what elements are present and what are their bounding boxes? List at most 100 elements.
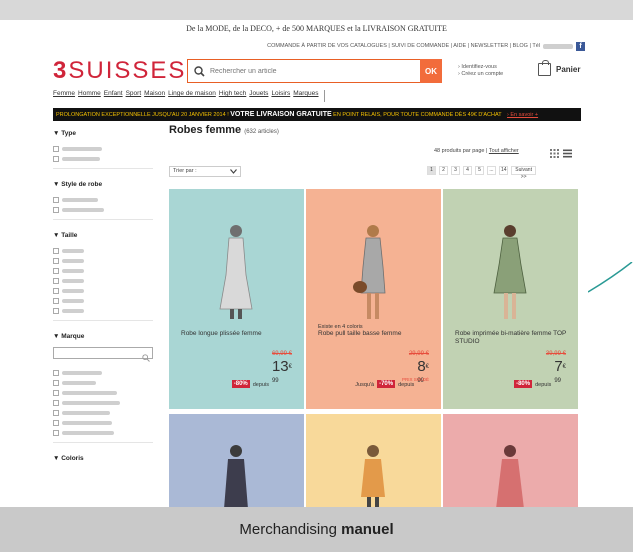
filter-option[interactable] [53, 195, 153, 205]
sort-dropdown[interactable]: Trier par : [169, 166, 241, 177]
filter-option[interactable] [53, 306, 153, 316]
cart-button[interactable]: Panier [538, 60, 581, 76]
product-card[interactable] [169, 414, 304, 514]
account-links: › Identifiez-vous › Créez un compte [458, 64, 503, 78]
page-5[interactable]: 5 [475, 166, 484, 175]
product-name[interactable]: Robe pull taille basse femme [318, 330, 433, 338]
filter-option[interactable] [53, 256, 153, 266]
old-price: 39,99 € [545, 351, 566, 357]
show-all-link[interactable]: Tout afficher [489, 148, 519, 154]
discount-badge: -80% [514, 380, 533, 388]
utility-links[interactable]: COMMANDE À PARTIR DE VOS CATALOGUES | SU… [267, 40, 540, 52]
filter-option[interactable] [53, 296, 153, 306]
filter-option[interactable] [53, 154, 153, 164]
filter-option[interactable] [53, 368, 153, 378]
price-row: -80% depuis 13€ 99 [231, 358, 292, 388]
list-view-icon[interactable] [563, 145, 572, 163]
article-count: (632 articles) [244, 129, 279, 135]
product-photo[interactable] [183, 439, 289, 509]
page-14[interactable]: 14 [499, 166, 508, 175]
product-card[interactable]: Robe imprimée bi-matière femme TOP STUDI… [443, 189, 578, 409]
grid-view-icon[interactable] [550, 145, 559, 163]
search-bar: OK [187, 59, 442, 83]
pagination: 1 2 3 4 5 ... 14 Suivant >> [427, 166, 537, 180]
product-name[interactable]: Robe imprimée bi-matière femme TOP STUDI… [455, 330, 570, 346]
nav-femme[interactable]: Femme [53, 90, 75, 102]
main-nav: Femme Homme Enfant Sport Maison Linge de… [53, 90, 325, 102]
filter-option[interactable] [53, 286, 153, 296]
filter-title-size[interactable]: ▼ Taille [53, 232, 153, 239]
nav-maison[interactable]: Maison [144, 90, 165, 102]
filter-option[interactable] [53, 276, 153, 286]
filter-option[interactable] [53, 378, 153, 388]
product-card[interactable] [306, 414, 441, 514]
brand-search-input[interactable] [53, 347, 153, 362]
nav-loisirs[interactable]: Loisirs [271, 90, 290, 102]
filter-option[interactable] [53, 246, 153, 256]
page-4[interactable]: 4 [463, 166, 472, 175]
old-price: 69,99 € [271, 351, 292, 357]
phone-number-blurred [543, 43, 573, 49]
nav-sport[interactable]: Sport [126, 90, 142, 102]
nav-jouets[interactable]: Jouets [249, 90, 268, 102]
login-link[interactable]: › Identifiez-vous [458, 64, 503, 71]
price-row: Jusqu'à -70% depuis 8€ 99 [355, 358, 429, 388]
search-icon [188, 60, 210, 82]
filter-title-color[interactable]: ▼ Coloris [53, 455, 153, 462]
search-input[interactable] [210, 67, 420, 75]
current-price: 13€ 99 [271, 358, 292, 384]
page-1[interactable]: 1 [427, 166, 436, 175]
product-photo[interactable] [457, 439, 563, 509]
filter-title-type[interactable]: ▼ Type [53, 130, 153, 137]
filter-sidebar: ▼ Type ▼ Style de robe ▼ Taille ▼ Marque… [53, 130, 153, 469]
page-ellipsis: ... [487, 166, 496, 175]
page-title: Robes femme (632 articles) [169, 124, 279, 136]
banner-more-link[interactable]: › En savoir + [507, 112, 538, 118]
old-price: 29,99 € [408, 351, 429, 357]
filter-title-style[interactable]: ▼ Style de robe [53, 181, 153, 188]
next-page-button[interactable]: Suivant >> [511, 166, 537, 180]
filter-option[interactable] [53, 144, 153, 154]
view-toggle [550, 145, 572, 163]
product-photo[interactable] [320, 439, 426, 509]
filter-title-brand[interactable]: ▼ Marque [53, 333, 153, 340]
filter-option[interactable] [53, 266, 153, 276]
product-card[interactable]: Robe longue plissée femme 69,99 € -80% d… [169, 189, 304, 409]
filter-option[interactable] [53, 418, 153, 428]
product-card[interactable] [443, 414, 578, 514]
nav-divider [323, 90, 325, 102]
promo-banner: PROLONGATION EXCEPTIONNELLE JUSQU'AU 20 … [53, 108, 581, 121]
nav-homme[interactable]: Homme [78, 90, 101, 102]
filter-option[interactable] [53, 398, 153, 408]
nav-linge[interactable]: Linge de maison [168, 90, 216, 102]
search-icon [142, 349, 150, 367]
discount-badge: -70% [377, 380, 396, 388]
utility-bar: COMMANDE À PARTIR DE VOS CATALOGUES | SU… [267, 40, 585, 52]
current-price: 8€ 99 [417, 358, 429, 384]
filter-option[interactable] [53, 428, 153, 438]
decorative-curve [588, 262, 633, 293]
filter-option[interactable] [53, 408, 153, 418]
promo-top-text: De la MODE, de la DECO, + de 500 MARQUES… [186, 24, 447, 33]
page-3[interactable]: 3 [451, 166, 460, 175]
browser-top-bar [0, 0, 633, 20]
product-photo[interactable] [183, 217, 289, 321]
product-name[interactable]: Robe longue plissée femme [181, 330, 296, 338]
product-card[interactable]: Existe en 4 coloris Robe pull taille bas… [306, 189, 441, 409]
facebook-icon[interactable]: f [576, 41, 585, 51]
nav-high-tech[interactable]: High tech [219, 90, 246, 102]
register-link[interactable]: › Créez un compte [458, 71, 503, 78]
search-ok-button[interactable]: OK [420, 59, 442, 83]
site-logo[interactable]: 3SUISSES [53, 57, 186, 85]
chevron-down-icon [230, 169, 237, 174]
nav-marques[interactable]: Marques [293, 90, 318, 102]
filter-option[interactable] [53, 205, 153, 215]
filter-option[interactable] [53, 388, 153, 398]
product-photo[interactable] [320, 217, 426, 321]
nav-enfant[interactable]: Enfant [104, 90, 123, 102]
product-photo[interactable] [457, 217, 563, 321]
banner-highlight: VOTRE LIVRAISON GRATUITE [230, 111, 332, 118]
shopping-bag-icon [538, 60, 551, 76]
cart-label: Panier [556, 65, 581, 74]
page-2[interactable]: 2 [439, 166, 448, 175]
